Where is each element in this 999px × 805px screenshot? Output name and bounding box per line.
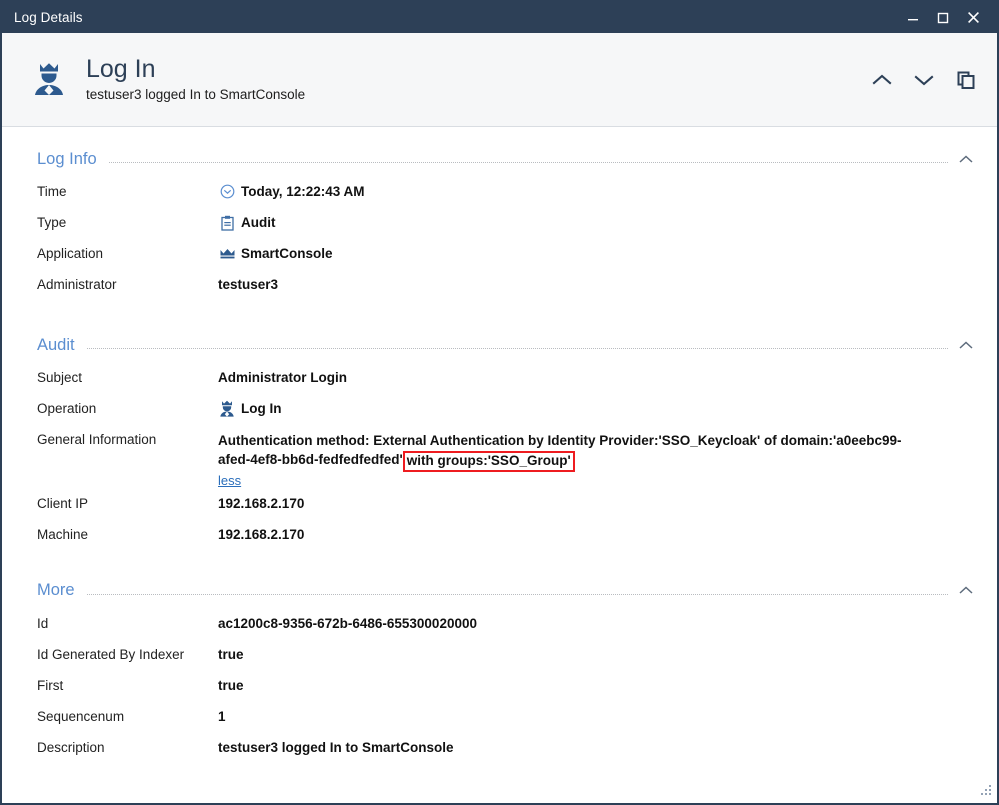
section-divider <box>86 593 948 595</box>
row-value-text: 192.168.2.170 <box>218 526 305 542</box>
row-label: Subject <box>37 370 83 385</box>
general-information-value: Authentication method: External Authenti… <box>218 426 923 490</box>
row-value: true <box>218 672 975 695</box>
page-title: Log In <box>86 55 156 84</box>
section-title: Log Info <box>37 149 97 168</box>
close-button[interactable] <box>958 2 988 33</box>
row-value-text: SmartConsole <box>241 246 333 261</box>
row-client-ip: Client IP 192.168.2.170 <box>2 490 997 521</box>
row-label: Administrator <box>37 277 117 292</box>
row-value-text: Audit <box>241 215 276 230</box>
header-actions <box>869 67 997 93</box>
section-divider <box>108 161 948 163</box>
copy-icon[interactable] <box>953 67 979 93</box>
row-label: Sequencenum <box>37 708 125 724</box>
row-value-text: Log In <box>241 401 282 416</box>
log-header: Log In testuser3 logged In to SmartConso… <box>2 33 997 127</box>
row-label: Time <box>37 184 67 199</box>
title-bar: Log Details <box>2 2 997 33</box>
row-value-text: testuser3 <box>218 277 279 292</box>
row-value: Administrator Login <box>218 364 975 387</box>
row-value: Log In <box>218 395 975 418</box>
row-administrator: Administrator testuser3 <box>2 271 997 302</box>
clipboard-icon <box>218 214 236 231</box>
section-title: More <box>37 581 75 600</box>
chevron-up-icon[interactable] <box>869 67 895 93</box>
row-first: First true <box>2 672 997 703</box>
chevron-down-icon[interactable] <box>911 67 937 93</box>
minimize-button[interactable] <box>898 2 928 33</box>
admin-crown-icon <box>218 400 236 417</box>
row-operation: Operation Log In <box>2 395 997 426</box>
row-value-text: ac1200c8-9356-672b-6486-655300020000 <box>218 615 477 631</box>
section-audit: Audit Subject Administrator Login Operat… <box>2 332 997 552</box>
row-id: Id ac1200c8-9356-672b-6486-655300020000 <box>2 610 997 641</box>
row-value: true <box>218 641 975 664</box>
row-label: Operation <box>37 401 97 416</box>
row-type: Type Audit <box>2 209 997 240</box>
section-more: More Id ac1200c8-9356-672b-6486-65530002… <box>2 578 997 765</box>
row-label: Client IP <box>37 495 89 511</box>
general-information-text: Authentication method: External Authenti… <box>218 432 923 472</box>
row-value: 192.168.2.170 <box>218 521 975 544</box>
row-id-generated-by-indexer: Id Generated By Indexer true <box>2 641 997 672</box>
row-subject: Subject Administrator Login <box>2 364 997 395</box>
row-label: Id <box>37 615 49 631</box>
row-value: 1 <box>218 703 975 726</box>
section-collapse-chevron-icon[interactable] <box>957 336 975 354</box>
row-value-text: 192.168.2.170 <box>218 495 305 511</box>
log-details-window: Log Details Log In testuser3 logged In t… <box>0 0 999 805</box>
row-label: Machine <box>37 526 89 542</box>
row-value-text: 1 <box>218 708 226 724</box>
row-label: Id Generated By Indexer <box>37 646 185 662</box>
row-value-text: Today, 12:22:43 AM <box>241 184 365 199</box>
row-label: General Information <box>37 432 157 447</box>
resize-grip[interactable] <box>979 785 993 799</box>
row-time: Time Today, 12:22:43 AM <box>2 178 997 209</box>
row-label: Type <box>37 215 67 230</box>
admin-crown-icon <box>26 59 72 101</box>
window-controls <box>898 2 997 33</box>
row-value: 192.168.2.170 <box>218 490 975 513</box>
row-general-information: General Information Authentication metho… <box>2 426 997 490</box>
section-header-more[interactable]: More <box>2 578 997 604</box>
maximize-button[interactable] <box>928 2 958 33</box>
row-value: Today, 12:22:43 AM <box>218 178 975 201</box>
row-value: testuser3 logged In to SmartConsole <box>218 734 975 757</box>
row-application: Application SmartConsole <box>2 240 997 271</box>
section-header-log-info[interactable]: Log Info <box>2 146 997 172</box>
section-log-info: Log Info Time Today, 12:22:43 AM Type Au… <box>2 146 997 302</box>
clock-icon <box>218 183 236 200</box>
row-sequencenum: Sequencenum 1 <box>2 703 997 734</box>
section-collapse-chevron-icon[interactable] <box>957 582 975 600</box>
toggle-less-link[interactable]: less <box>218 473 241 488</box>
section-collapse-chevron-icon[interactable] <box>957 150 975 168</box>
row-value-text: true <box>218 677 244 693</box>
highlighted-groups-annotation: with groups:'SSO_Group' <box>402 450 575 472</box>
header-text-block: Log In testuser3 logged In to SmartConso… <box>86 55 869 103</box>
row-value-text: testuser3 logged In to SmartConsole <box>218 739 454 755</box>
row-value-text: true <box>218 646 244 662</box>
section-divider <box>86 347 948 349</box>
row-value: Audit <box>218 209 975 232</box>
crown-icon <box>218 245 236 262</box>
section-header-audit[interactable]: Audit <box>2 332 997 358</box>
log-details-content: Log Info Time Today, 12:22:43 AM Type Au… <box>2 128 997 803</box>
window-title: Log Details <box>14 10 83 25</box>
page-subtitle: testuser3 logged In to SmartConsole <box>86 87 306 103</box>
row-label: First <box>37 677 64 693</box>
row-value: testuser3 <box>218 271 975 294</box>
row-value: ac1200c8-9356-672b-6486-655300020000 <box>218 610 975 633</box>
row-description: Description testuser3 logged In to Smart… <box>2 734 997 765</box>
row-machine: Machine 192.168.2.170 <box>2 521 997 552</box>
section-title: Audit <box>37 335 75 354</box>
row-label: Description <box>37 739 105 755</box>
row-value-text: Administrator Login <box>218 370 347 385</box>
row-value: SmartConsole <box>218 240 975 263</box>
row-label: Application <box>37 246 104 261</box>
